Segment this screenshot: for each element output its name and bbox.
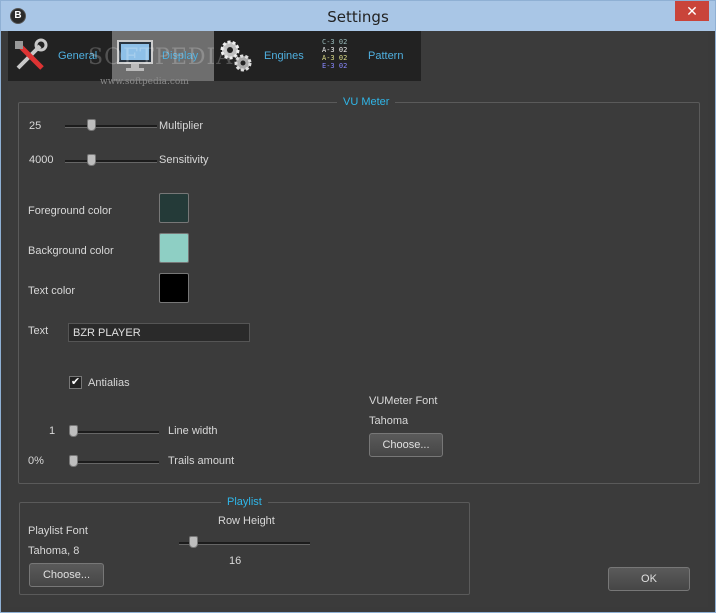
antialias-label: Antialias	[88, 377, 130, 389]
pattern-icon-line: C-3 02	[322, 38, 348, 46]
line-width-label: Line width	[168, 425, 218, 437]
tab-bar: General Display Engines C-3 02 A-3 02 A-…	[8, 31, 421, 81]
playlist-title: Playlist	[221, 496, 268, 508]
trails-amount-label: Trails amount	[168, 455, 235, 467]
row-height-slider-track	[179, 542, 310, 545]
pattern-icon-line: A-3 02	[322, 46, 348, 54]
foreground-color-swatch[interactable]	[159, 193, 189, 223]
row-height-slider[interactable]	[179, 536, 310, 550]
checkmark-icon: ✔	[70, 376, 81, 388]
line-width-slider-thumb[interactable]	[69, 425, 78, 437]
sensitivity-slider-thumb[interactable]	[86, 154, 96, 166]
trails-amount-slider[interactable]	[69, 455, 159, 469]
background-color-label: Background color	[28, 245, 114, 257]
vumeter-font-choose-button[interactable]: Choose...	[369, 433, 443, 457]
settings-window: B Settings ✕ General Display Engines C-3…	[0, 0, 716, 613]
tab-pattern-label: Pattern	[368, 50, 404, 62]
multiplier-label: Multiplier	[159, 120, 204, 132]
text-label: Text	[28, 325, 49, 337]
ok-button[interactable]: OK	[608, 567, 690, 591]
playlist-font-choose-button[interactable]: Choose...	[29, 563, 104, 587]
window-title: Settings	[327, 8, 389, 26]
line-width-slider[interactable]	[69, 425, 159, 439]
sensitivity-slider[interactable]	[65, 154, 157, 168]
trails-amount-slider-track	[69, 461, 159, 464]
line-width-slider-track	[69, 431, 159, 434]
vu-meter-title: VU Meter	[337, 96, 396, 108]
text-color-swatch[interactable]	[159, 273, 189, 303]
pattern-icon: C-3 02 A-3 02 A-3 02 E-3 02	[322, 38, 360, 74]
sensitivity-label: Sensitivity	[159, 154, 209, 166]
playlist-font-label: Playlist Font	[28, 525, 88, 537]
vumeter-font-label: VUMeter Font	[369, 395, 438, 407]
line-width-value: 1	[49, 425, 56, 437]
vumeter-font-value: Tahoma	[369, 415, 409, 427]
watermark: SOFTPEDIA	[88, 45, 234, 70]
row-height-value: 16	[229, 555, 242, 567]
antialias-checkbox[interactable]: ✔	[69, 376, 82, 389]
multiplier-slider-track	[65, 125, 157, 128]
close-button[interactable]: ✕	[675, 1, 709, 21]
multiplier-value: 25	[29, 120, 42, 132]
row-height-slider-thumb[interactable]	[188, 536, 198, 548]
settings-content: General Display Engines C-3 02 A-3 02 A-…	[8, 31, 708, 607]
pattern-icon-line: A-3 02	[322, 54, 348, 62]
sensitivity-slider-track	[65, 160, 157, 163]
watermark-url: www.softpedia.com	[100, 77, 189, 87]
playlist-font-value: Tahoma, 8	[28, 545, 80, 557]
tab-engines-label: Engines	[264, 50, 304, 62]
multiplier-slider[interactable]	[65, 119, 157, 133]
trails-amount-value: 0%	[28, 455, 44, 467]
tools-icon	[15, 38, 48, 70]
text-color-label: Text color	[28, 285, 76, 297]
title-bar[interactable]: B Settings ✕	[1, 1, 715, 31]
background-color-swatch[interactable]	[159, 233, 189, 263]
pattern-icon-line: E-3 02	[322, 62, 348, 70]
multiplier-slider-thumb[interactable]	[86, 119, 96, 131]
row-height-label: Row Height	[218, 515, 275, 527]
sensitivity-value: 4000	[29, 154, 54, 166]
vu-text-input[interactable]	[68, 323, 250, 342]
trails-amount-slider-thumb[interactable]	[69, 455, 78, 467]
foreground-color-label: Foreground color	[28, 205, 112, 217]
tab-pattern[interactable]: C-3 02 A-3 02 A-3 02 E-3 02 Pattern	[316, 31, 421, 81]
